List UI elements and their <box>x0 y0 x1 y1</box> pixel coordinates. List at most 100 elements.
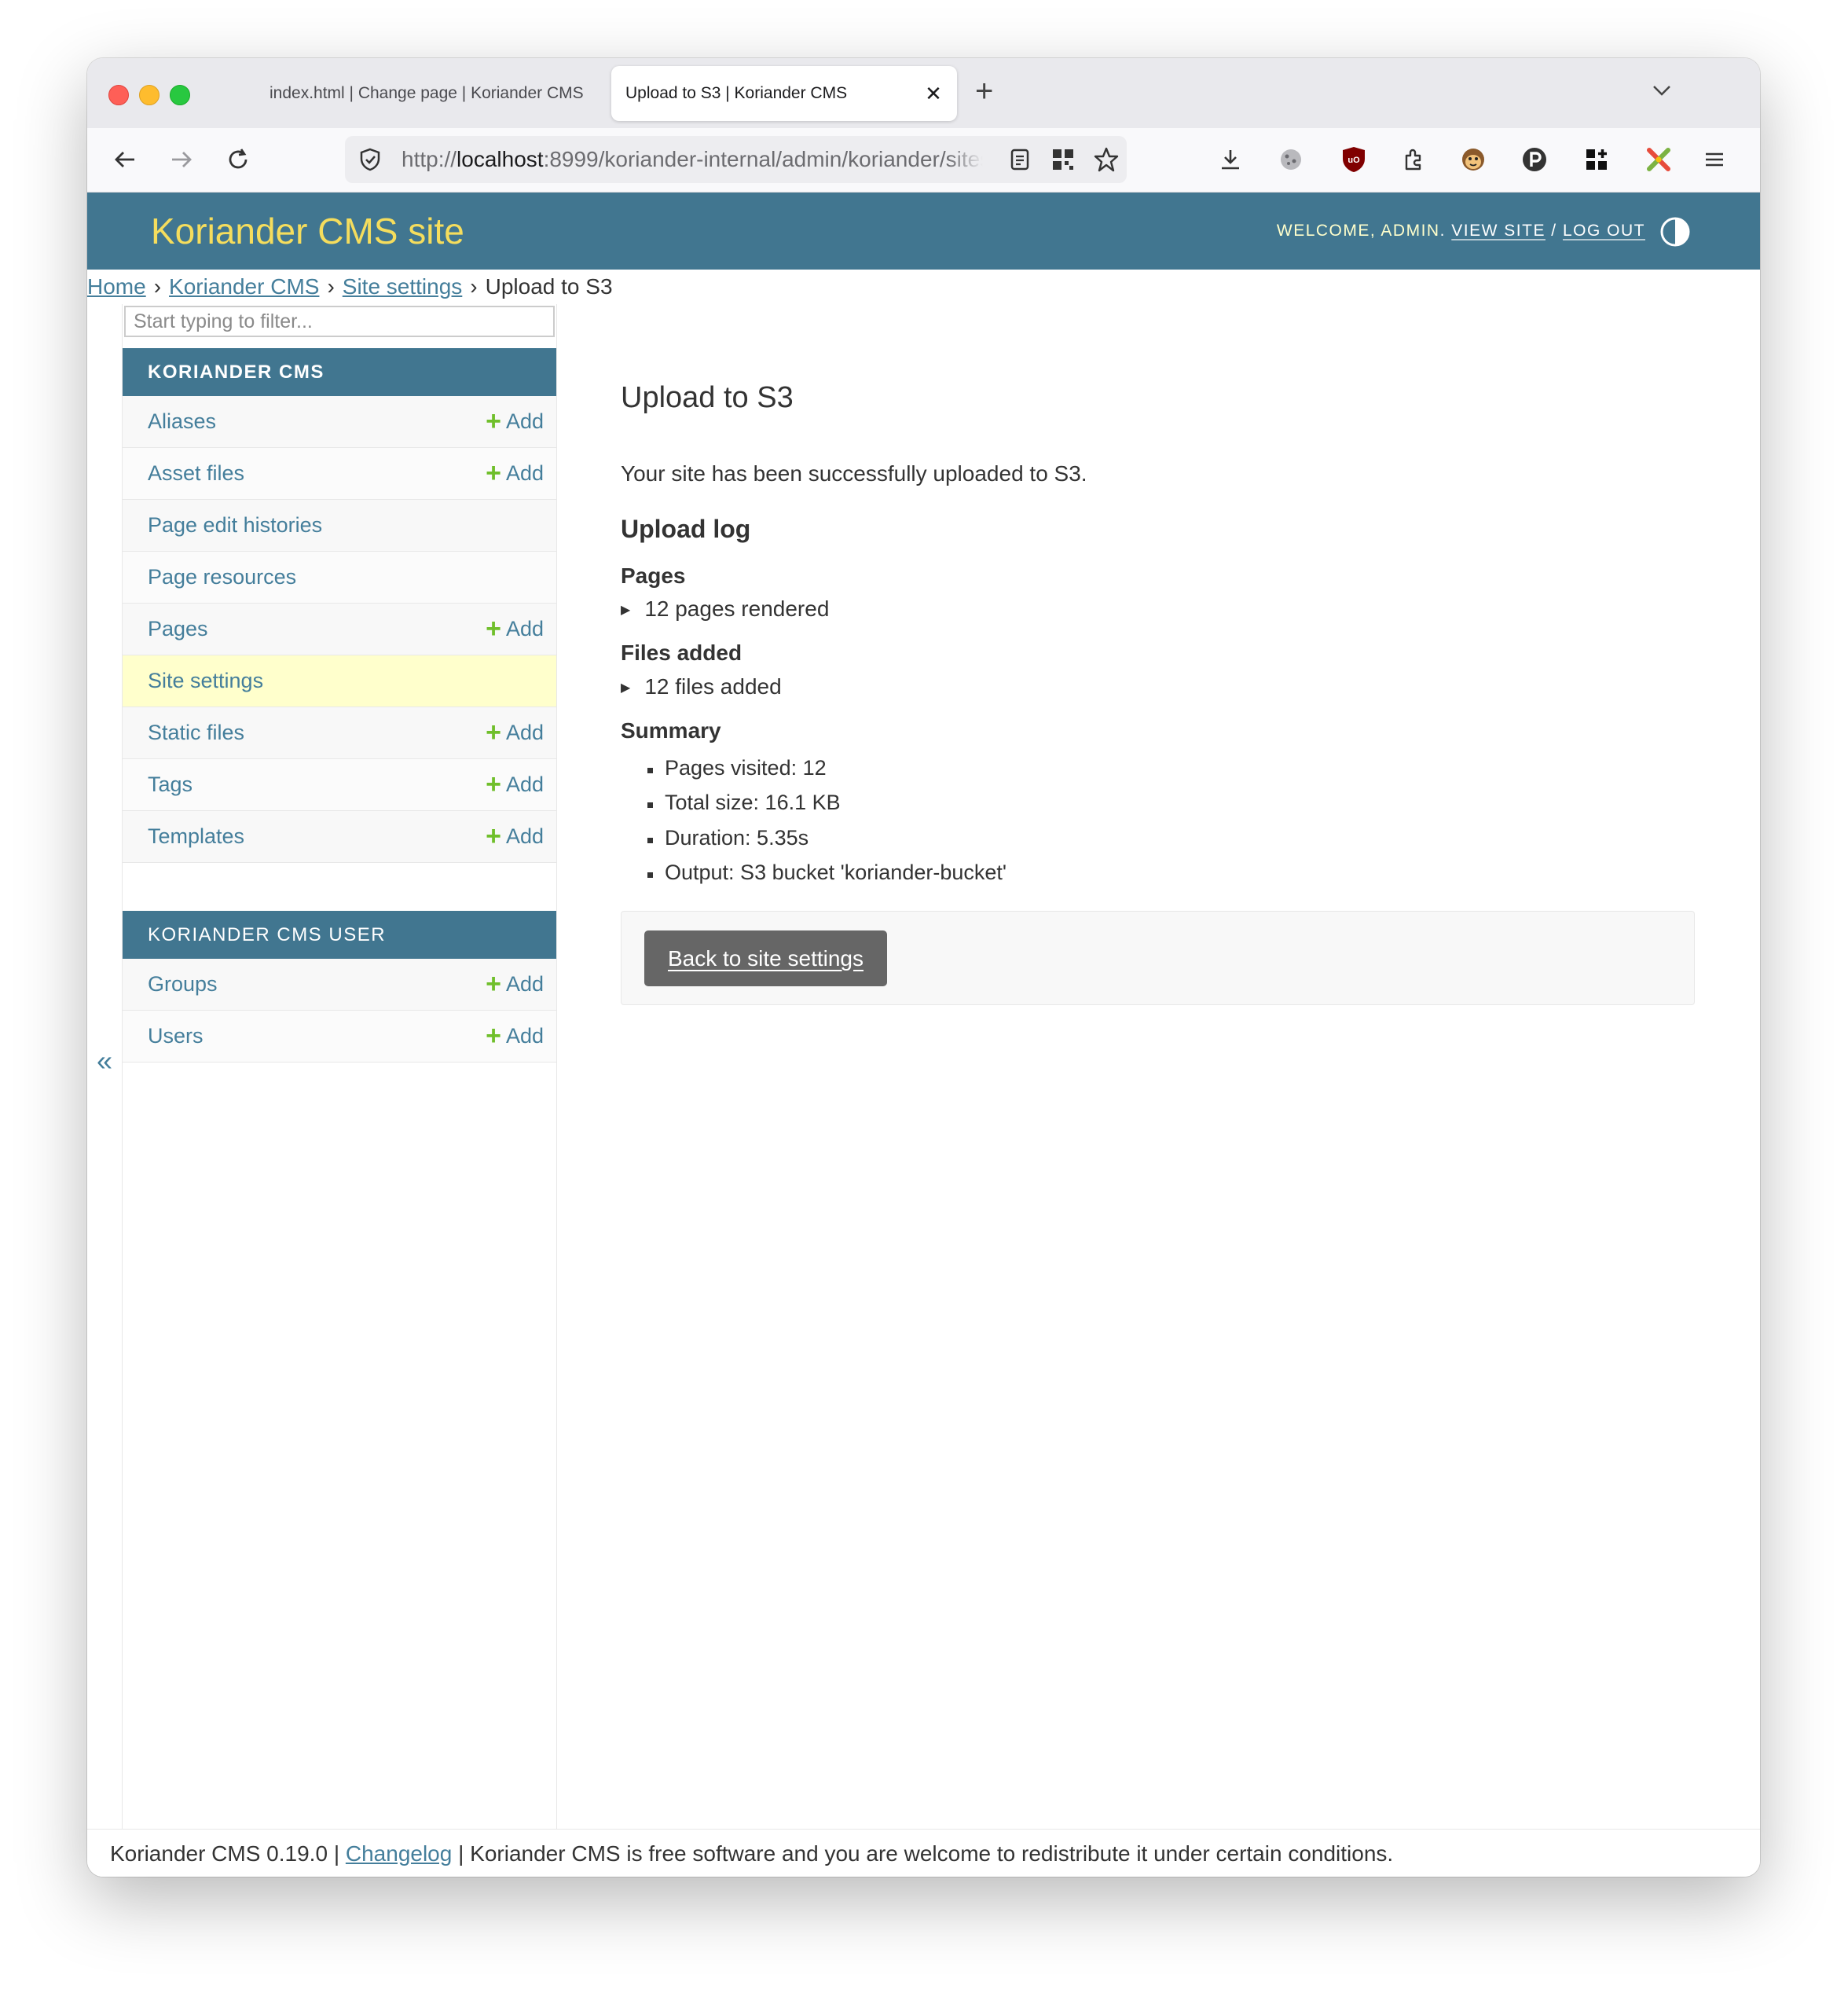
page-title: Upload to S3 <box>621 381 794 414</box>
minimize-window-button[interactable] <box>139 85 160 105</box>
star-bookmark-icon[interactable] <box>1091 144 1122 175</box>
add-pages-link[interactable]: + Add <box>486 604 544 655</box>
url-bar[interactable]: http://localhost:8999/koriander-internal… <box>345 136 1127 183</box>
close-tab-icon[interactable]: ✕ <box>924 82 943 106</box>
plus-icon: + <box>486 406 501 436</box>
sidebar-item-asset-files: Asset files + Add <box>123 448 556 500</box>
qr-code-icon[interactable] <box>1047 144 1079 175</box>
ublock-origin-icon[interactable]: uO <box>1338 144 1370 175</box>
pages-heading: Pages <box>621 563 686 588</box>
tab-title: index.html | Change page | Koriander CMS <box>270 84 584 102</box>
plus-icon: + <box>486 769 501 799</box>
zoom-window-button[interactable] <box>170 85 190 105</box>
sidebar-item-pages: Pages + Add <box>123 604 556 655</box>
username: admin <box>1380 222 1440 240</box>
summary-item: Total size: 16.1 KB <box>647 791 841 814</box>
breadcrumb-site-settings-link[interactable]: Site settings <box>343 274 463 299</box>
sidebar-item-page-edit-histories: Page edit histories <box>123 500 556 552</box>
back-arrow-icon[interactable] <box>109 144 141 175</box>
browser-window: index.html | Change page | Koriander CMS… <box>87 58 1760 1877</box>
add-tags-link[interactable]: + Add <box>486 759 544 810</box>
files-details-toggle[interactable]: ▶ 12 files added <box>621 674 782 699</box>
tab-strip: index.html | Change page | Koriander CMS… <box>87 58 1760 128</box>
model-link[interactable]: Templates <box>148 811 244 862</box>
new-tab-icon[interactable]: + <box>975 75 993 107</box>
files-added-heading: Files added <box>621 640 742 665</box>
forward-arrow-icon[interactable] <box>166 144 197 175</box>
success-message: Your site has been successfully uploaded… <box>621 461 1087 486</box>
x-extension-icon[interactable] <box>1643 144 1674 175</box>
summary-item: Duration: 5.35s <box>647 826 809 850</box>
url-text: http://localhost:8999/koriander-internal… <box>402 147 983 171</box>
model-link[interactable]: Aliases <box>148 396 216 447</box>
model-link[interactable]: Users <box>148 1011 204 1062</box>
breadcrumb-separator: › <box>153 274 162 299</box>
submit-row: Back to site settings <box>621 911 1695 1005</box>
download-icon[interactable] <box>1215 144 1246 175</box>
model-link[interactable]: Asset files <box>148 448 244 499</box>
breadcrumb-home-link[interactable]: Home <box>87 274 146 299</box>
plus-icon: + <box>486 969 501 999</box>
model-list: Groups + Add Users + Add <box>123 959 556 1063</box>
sidebar-right-border <box>556 304 557 1829</box>
p-extension-icon[interactable] <box>1519 144 1550 175</box>
add-groups-link[interactable]: + Add <box>486 959 544 1010</box>
triangle-right-icon: ▶ <box>621 604 631 617</box>
user-tools: Welcome, admin. View site / Log out <box>1276 222 1645 240</box>
sidebar-item-page-resources: Page resources <box>123 552 556 604</box>
monkey-extension-icon[interactable] <box>1458 144 1489 175</box>
upload-log-heading: Upload log <box>621 515 751 543</box>
breadcrumb-koriander-cms-link[interactable]: Koriander CMS <box>169 274 319 299</box>
app-module-koriander-cms: Koriander CMS Aliases + Add Asset files +… <box>123 348 556 863</box>
plus-icon: + <box>486 458 501 488</box>
nav-filter-input[interactable] <box>124 306 555 337</box>
grid-plus-icon[interactable] <box>1581 144 1612 175</box>
reader-view-icon[interactable] <box>1004 144 1036 175</box>
add-static-files-link[interactable]: + Add <box>486 707 544 758</box>
tab-upload-to-s3[interactable]: Upload to S3 | Koriander CMS ✕ <box>611 66 957 121</box>
sidebar-item-tags: Tags + Add <box>123 759 556 811</box>
plus-icon: + <box>486 718 501 747</box>
triangle-right-icon: ▶ <box>621 681 631 695</box>
browser-toolbar: http://localhost:8999/koriander-internal… <box>87 128 1760 193</box>
add-asset-files-link[interactable]: + Add <box>486 448 544 499</box>
breadcrumb-separator: › <box>470 274 478 299</box>
toggle-sidebar-button[interactable]: « <box>87 1044 122 1077</box>
model-link[interactable]: Page edit histories <box>148 500 322 551</box>
model-list: Aliases + Add Asset files + Add Page edit … <box>123 396 556 863</box>
add-users-link[interactable]: + Add <box>486 1011 544 1062</box>
close-window-button[interactable] <box>108 85 129 105</box>
cookie-extension-icon[interactable] <box>1275 144 1307 175</box>
model-link[interactable]: Tags <box>148 759 192 810</box>
log-out-link[interactable]: Log out <box>1563 222 1645 240</box>
summary-heading: Summary <box>621 718 721 743</box>
welcome-text: Welcome, <box>1276 222 1377 240</box>
app-caption-koriander-cms[interactable]: Koriander CMS <box>123 348 556 396</box>
app-caption-koriander-cms-user[interactable]: Koriander CMS User <box>123 911 556 959</box>
add-templates-link[interactable]: + Add <box>486 811 544 862</box>
summary-item: Output: S3 bucket 'koriander-bucket' <box>647 861 1007 884</box>
changelog-link[interactable]: Changelog <box>346 1841 452 1866</box>
model-link[interactable]: Groups <box>148 959 218 1010</box>
svg-text:uO: uO <box>1348 156 1360 165</box>
site-title[interactable]: Koriander CMS site <box>151 193 464 270</box>
view-site-link[interactable]: View site <box>1451 222 1546 240</box>
pages-details-toggle[interactable]: ▶ 12 pages rendered <box>621 596 829 622</box>
site-header: Koriander CMS site Welcome, admin. View … <box>87 193 1760 270</box>
extensions-puzzle-icon[interactable] <box>1398 144 1429 175</box>
chevron-down-icon[interactable] <box>1650 79 1674 106</box>
footer-version: Koriander CMS 0.19.0 | <box>110 1841 340 1866</box>
sidebar-item-site-settings: Site settings <box>123 655 556 707</box>
model-link[interactable]: Static files <box>148 707 244 758</box>
hamburger-menu-icon[interactable] <box>1699 144 1730 175</box>
sidebar-item-static-files: Static files + Add <box>123 707 556 759</box>
model-link[interactable]: Site settings <box>148 655 263 707</box>
reload-icon[interactable] <box>222 144 254 175</box>
plus-icon: + <box>486 614 501 644</box>
add-aliases-link[interactable]: + Add <box>486 396 544 447</box>
shield-icon[interactable] <box>354 144 386 175</box>
model-link[interactable]: Pages <box>148 604 208 655</box>
theme-toggle-icon[interactable] <box>1659 216 1691 248</box>
model-link[interactable]: Page resources <box>148 552 296 603</box>
back-to-site-settings-button[interactable]: Back to site settings <box>644 930 888 986</box>
